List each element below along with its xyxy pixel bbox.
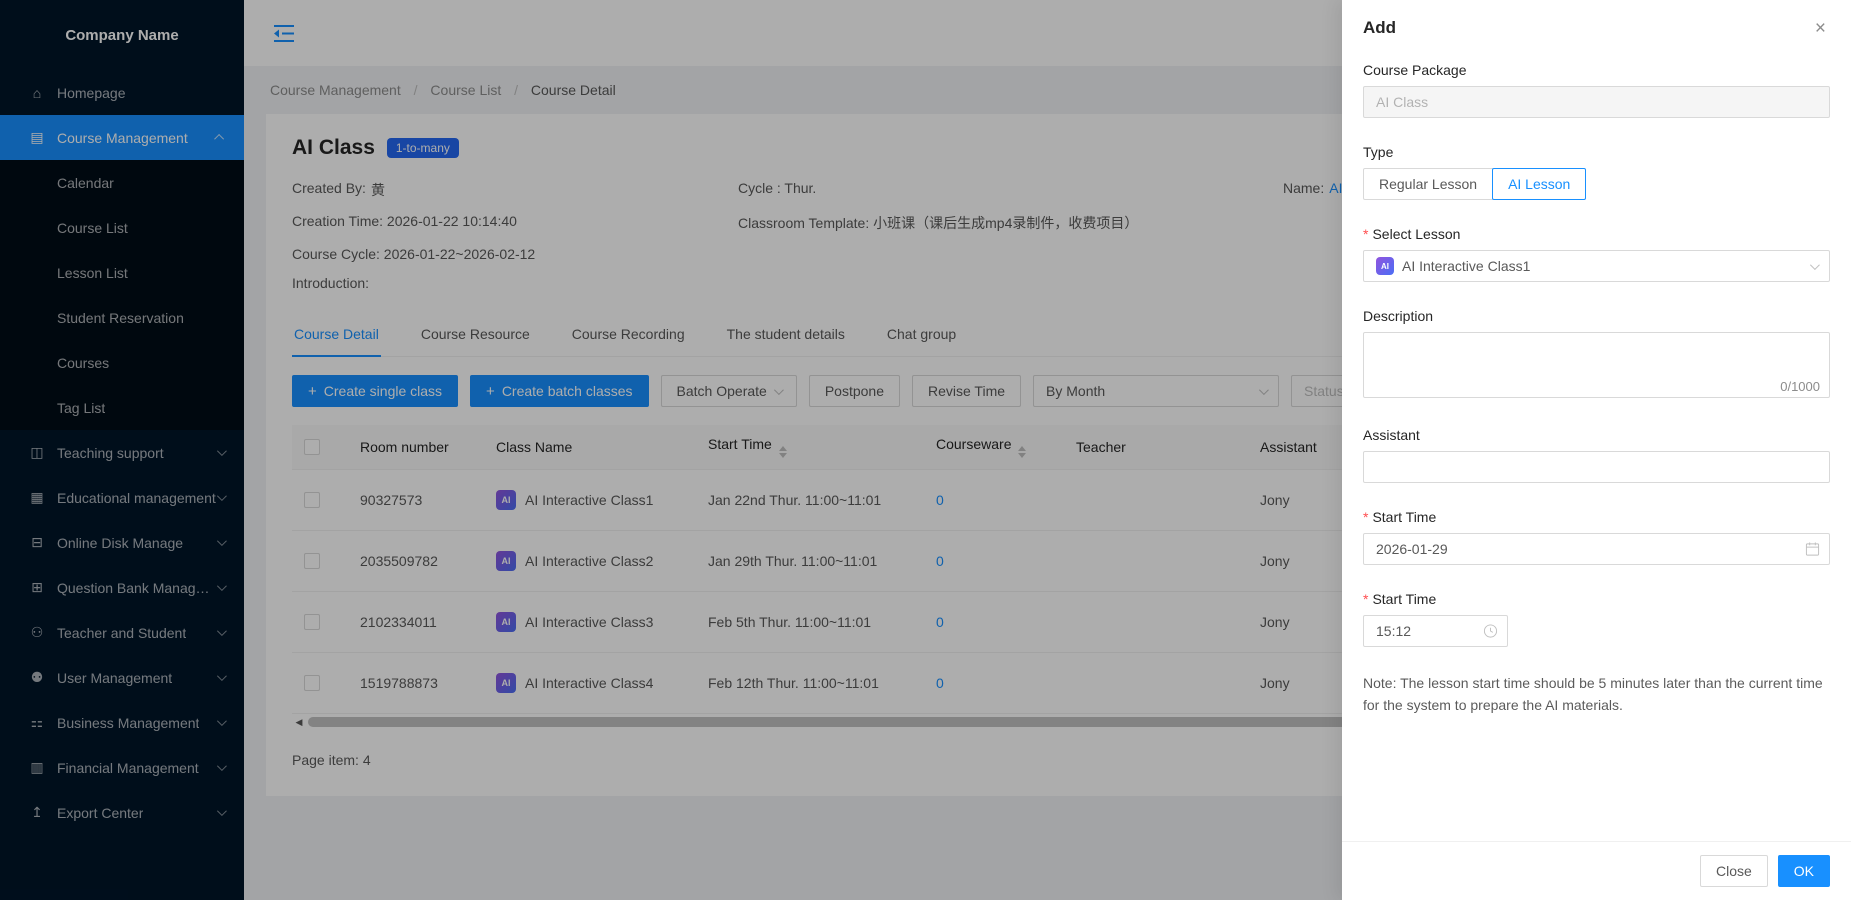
description-label: Description [1363, 308, 1830, 324]
select-lesson-dropdown[interactable]: AI AI Interactive Class1 [1363, 250, 1830, 282]
start-date-field: * Start Time [1363, 509, 1830, 565]
start-date-input[interactable] [1363, 533, 1830, 565]
course-package-label: Course Package [1363, 62, 1830, 78]
lesson-type-radio-group: Regular Lesson AI Lesson [1363, 168, 1830, 200]
assistant-input[interactable] [1363, 451, 1830, 483]
type-field: Type Regular Lesson AI Lesson [1363, 144, 1830, 200]
ai-lesson-icon: AI [1376, 257, 1394, 275]
course-package-input [1363, 86, 1830, 118]
description-textarea[interactable] [1363, 332, 1830, 398]
drawer-header: Add × [1342, 0, 1851, 54]
close-icon[interactable]: × [1815, 19, 1826, 38]
start-time-field: * Start Time [1363, 591, 1830, 647]
drawer-title: Add [1363, 18, 1396, 38]
clock-icon[interactable] [1483, 624, 1498, 639]
drawer-body: Course Package Type Regular Lesson AI Le… [1342, 54, 1851, 841]
ai-lesson-radio[interactable]: AI Lesson [1492, 168, 1586, 200]
select-lesson-field: * Select Lesson AI AI Interactive Class1 [1363, 226, 1830, 282]
drawer-footer: Close OK [1342, 841, 1851, 900]
select-lesson-label: Select Lesson [1372, 226, 1460, 242]
close-button[interactable]: Close [1700, 855, 1768, 887]
add-lesson-drawer: Add × Course Package Type Regular Lesson… [1342, 0, 1851, 900]
regular-lesson-radio[interactable]: Regular Lesson [1363, 168, 1493, 200]
type-label: Type [1363, 144, 1830, 160]
calendar-icon[interactable] [1805, 542, 1820, 557]
required-asterisk: * [1363, 509, 1368, 525]
lesson-start-note: Note: The lesson start time should be 5 … [1363, 673, 1830, 716]
chevron-down-icon [1810, 260, 1820, 270]
assistant-label: Assistant [1363, 427, 1830, 443]
select-lesson-value: AI Interactive Class1 [1402, 258, 1802, 274]
required-asterisk: * [1363, 591, 1368, 607]
ok-button[interactable]: OK [1778, 855, 1830, 887]
required-asterisk: * [1363, 226, 1368, 242]
course-package-field: Course Package [1363, 62, 1830, 118]
description-field: Description 0/1000 [1363, 308, 1830, 401]
start-date-label: Start Time [1372, 509, 1436, 525]
assistant-field: Assistant [1363, 427, 1830, 483]
start-time-label: Start Time [1372, 591, 1436, 607]
